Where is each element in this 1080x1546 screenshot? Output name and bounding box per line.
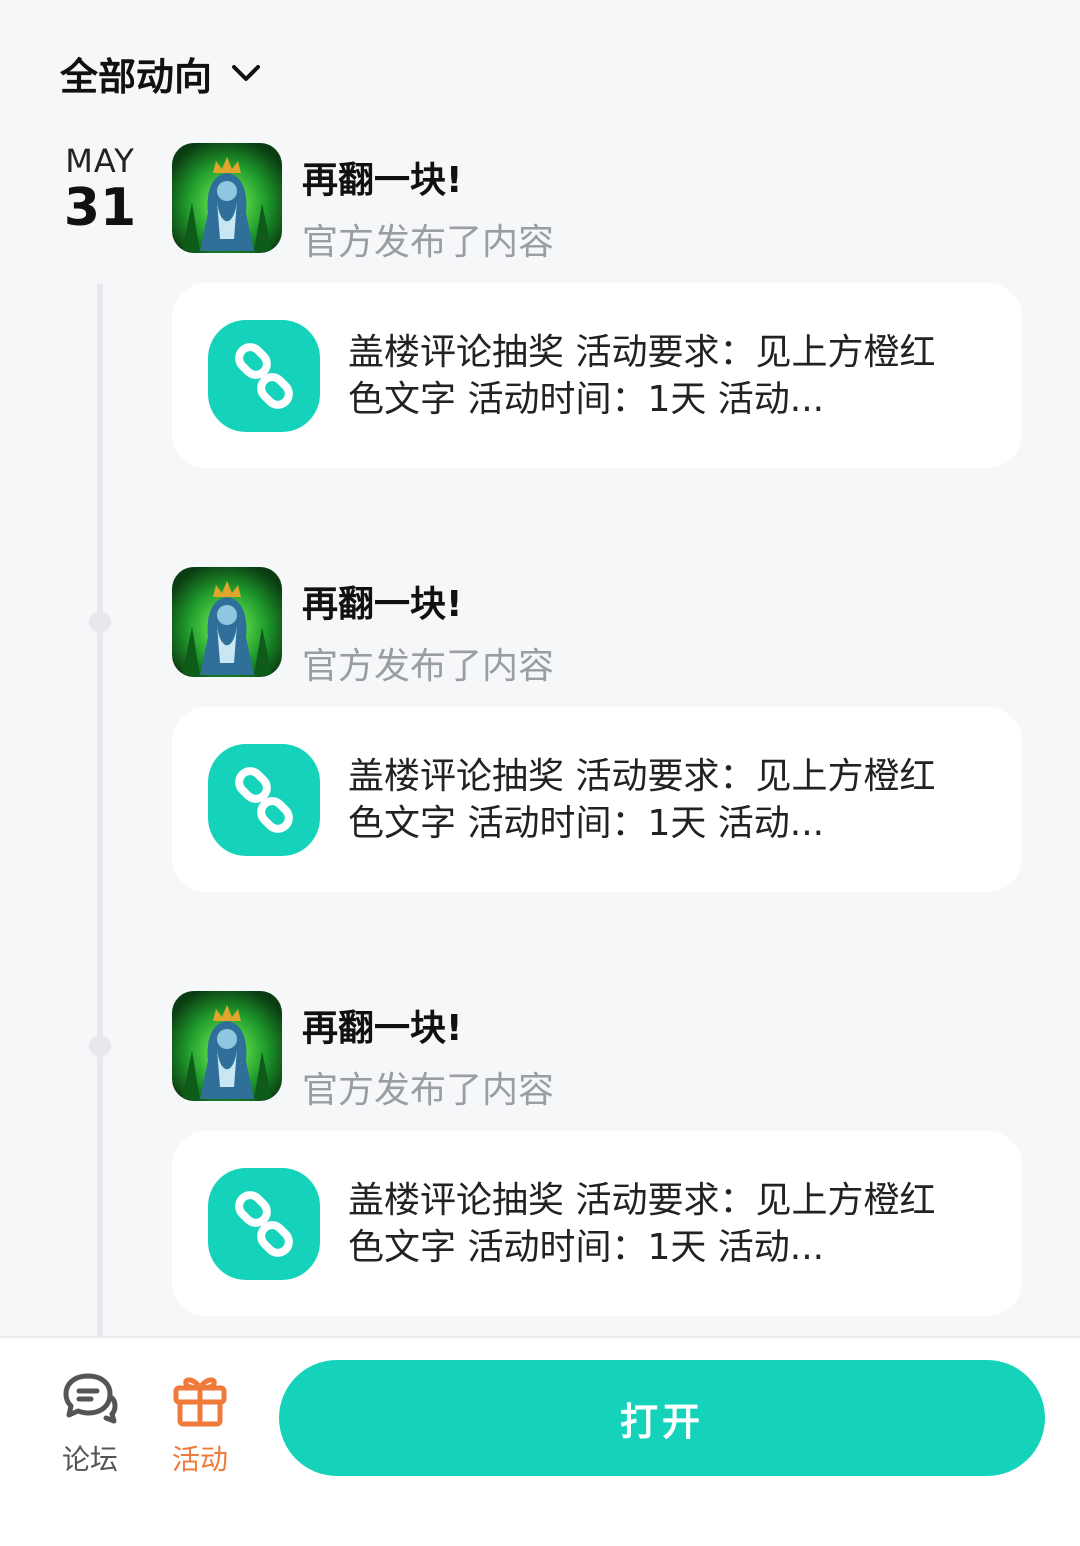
date-badge: MAY 31 [60, 142, 140, 238]
feed-entry: 再翻一块! 官方发布了内容 盖楼评论抽奖 活动要求：见上方橙红色文字 活动时间：… [172, 567, 1022, 892]
open-button[interactable]: 打开 [279, 1360, 1045, 1476]
link-icon [208, 1167, 320, 1280]
bottom-bar: 论坛 活动 打开 [0, 1336, 1080, 1546]
timeline-dot [89, 611, 111, 633]
app-avatar[interactable] [172, 991, 282, 1101]
nav-activity-label: 活动 [171, 1443, 228, 1476]
entry-subtitle: 官方发布了内容 [302, 1070, 555, 1111]
timeline-line [97, 284, 103, 1336]
post-card[interactable]: 盖楼评论抽奖 活动要求：见上方橙红色文字 活动时间：1天 活动... [172, 283, 1022, 468]
post-card[interactable]: 盖楼评论抽奖 活动要求：见上方橙红色文字 活动时间：1天 活动... [172, 1131, 1022, 1316]
filter-label: 全部动向 [60, 55, 213, 99]
nav-forum[interactable]: 论坛 [45, 1368, 135, 1478]
nav-activity[interactable]: 活动 [155, 1368, 245, 1478]
gift-icon [173, 1377, 227, 1427]
chat-bubble-icon [63, 1373, 118, 1424]
card-text: 盖楼评论抽奖 活动要求：见上方橙红色文字 活动时间：1天 活动... [348, 755, 936, 844]
game-avatar-icon [172, 567, 282, 677]
feed-entry: 再翻一块! 官方发布了内容 盖楼评论抽奖 活动要求：见上方橙红色文字 活动时间：… [172, 143, 1022, 468]
nav-forum-label: 论坛 [61, 1443, 118, 1476]
app-name: 再翻一块! [302, 584, 463, 625]
card-text: 盖楼评论抽奖 活动要求：见上方橙红色文字 活动时间：1天 活动... [348, 1179, 936, 1268]
filter-dropdown[interactable]: 全部动向 [60, 46, 266, 101]
chevron-down-icon [232, 64, 261, 81]
timeline-dot [89, 1035, 111, 1057]
date-month: MAY [65, 142, 135, 180]
card-text: 盖楼评论抽奖 活动要求：见上方橙红色文字 活动时间：1天 活动... [348, 331, 936, 420]
app-avatar[interactable] [172, 567, 282, 677]
app-avatar[interactable] [172, 143, 282, 253]
date-day: 31 [63, 178, 137, 238]
entry-subtitle: 官方发布了内容 [302, 646, 555, 687]
app-name: 再翻一块! [302, 160, 463, 201]
entry-subtitle: 官方发布了内容 [302, 222, 555, 263]
post-card[interactable]: 盖楼评论抽奖 活动要求：见上方橙红色文字 活动时间：1天 活动... [172, 707, 1022, 892]
link-icon [208, 743, 320, 856]
link-icon [208, 319, 320, 432]
feed-entry: 再翻一块! 官方发布了内容 盖楼评论抽奖 活动要求：见上方橙红色文字 活动时间：… [172, 991, 1022, 1316]
game-avatar-icon [172, 991, 282, 1101]
app-name: 再翻一块! [302, 1008, 463, 1049]
game-avatar-icon [172, 143, 282, 253]
